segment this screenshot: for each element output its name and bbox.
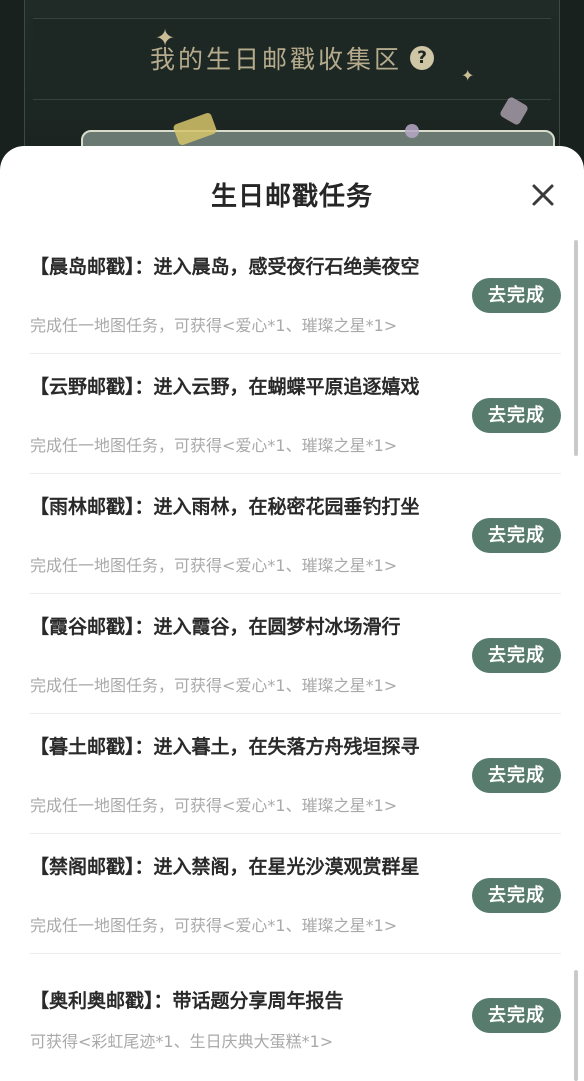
task-item: 【云野邮戳】：进入云野，在蝴蝶平原追逐嬉戏 完成任一地图任务，可获得<爱心*1、… <box>30 354 561 474</box>
close-button[interactable] <box>528 180 558 210</box>
sheet-title: 生日邮戳任务 <box>210 182 373 212</box>
scrollbar-thumb[interactable] <box>574 240 578 456</box>
go-complete-button[interactable]: 去完成 <box>472 998 561 1033</box>
task-sheet: 生日邮戳任务 【晨岛邮戳】：进入晨岛，感受夜行石绝美夜空 完成任一地图任务，可获… <box>0 146 584 1081</box>
task-title: 【霞谷邮戳】：进入霞谷，在圆梦村冰场滑行 <box>30 616 401 638</box>
scrollbar-thumb[interactable] <box>574 970 578 1081</box>
task-item: 【奥利奥邮戳】：带话题分享周年报告 可获得<彩虹尾迹*1、生日庆典大蛋糕*1> … <box>30 954 561 1074</box>
collection-title: 我的生日邮戳收集区 <box>149 45 402 74</box>
collection-panel: ✦ ✦ 我的生日邮戳收集区 ? <box>24 0 560 190</box>
close-icon <box>532 184 554 206</box>
go-complete-button[interactable]: 去完成 <box>472 758 561 793</box>
decoration <box>498 95 530 127</box>
task-reward: 完成任一地图任务，可获得<爱心*1、璀璨之星*1> <box>30 316 398 335</box>
go-complete-button[interactable]: 去完成 <box>472 638 561 673</box>
task-title: 【禁阁邮戳】：进入禁阁，在星光沙漠观赏群星 <box>30 856 420 878</box>
go-complete-button[interactable]: 去完成 <box>472 878 561 913</box>
task-title: 【晨岛邮戳】：进入晨岛，感受夜行石绝美夜空 <box>30 256 420 278</box>
task-title: 【云野邮戳】：进入云野，在蝴蝶平原追逐嬉戏 <box>30 376 420 398</box>
task-item: 【晨岛邮戳】：进入晨岛，感受夜行石绝美夜空 完成任一地图任务，可获得<爱心*1、… <box>30 234 561 354</box>
task-reward: 完成任一地图任务，可获得<爱心*1、璀璨之星*1> <box>30 556 398 575</box>
task-item: 【暮土邮戳】：进入暮土，在失落方舟残垣探寻 完成任一地图任务，可获得<爱心*1、… <box>30 714 561 834</box>
go-complete-button[interactable]: 去完成 <box>472 398 561 433</box>
task-title: 【暮土邮戳】：进入暮土，在失落方舟残垣探寻 <box>30 736 420 758</box>
help-icon[interactable]: ? <box>410 46 434 70</box>
decoration <box>405 124 419 138</box>
task-item: 【霞谷邮戳】：进入霞谷，在圆梦村冰场滑行 完成任一地图任务，可获得<爱心*1、璀… <box>30 594 561 714</box>
go-complete-button[interactable]: 去完成 <box>472 278 561 313</box>
task-reward: 完成任一地图任务，可获得<爱心*1、璀璨之星*1> <box>30 436 398 455</box>
task-list: 【晨岛邮戳】：进入晨岛，感受夜行石绝美夜空 完成任一地图任务，可获得<爱心*1、… <box>30 234 561 1074</box>
task-reward: 完成任一地图任务，可获得<爱心*1、璀璨之星*1> <box>30 796 398 815</box>
task-reward: 可获得<彩虹尾迹*1、生日庆典大蛋糕*1> <box>30 1032 334 1051</box>
task-item: 【禁阁邮戳】：进入禁阁，在星光沙漠观赏群星 完成任一地图任务，可获得<爱心*1、… <box>30 834 561 954</box>
task-reward: 完成任一地图任务，可获得<爱心*1、璀璨之星*1> <box>30 676 398 695</box>
task-reward: 完成任一地图任务，可获得<爱心*1、璀璨之星*1> <box>30 916 398 935</box>
go-complete-button[interactable]: 去完成 <box>472 518 561 553</box>
collection-header: 我的生日邮戳收集区 ? <box>25 38 559 78</box>
task-title: 【奥利奥邮戳】：带话题分享周年报告 <box>30 990 344 1012</box>
task-item: 【雨林邮戳】：进入雨林，在秘密花园垂钓打坐 完成任一地图任务，可获得<爱心*1、… <box>30 474 561 594</box>
task-title: 【雨林邮戳】：进入雨林，在秘密花园垂钓打坐 <box>30 496 420 518</box>
